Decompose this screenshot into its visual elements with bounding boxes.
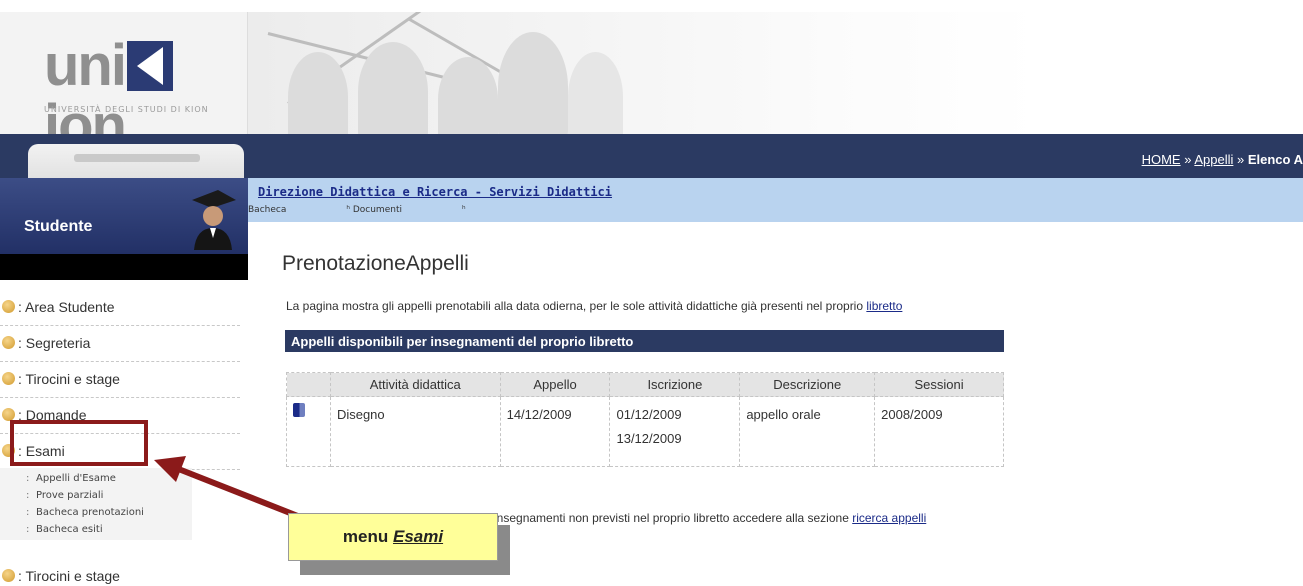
sidebar-divider (0, 254, 248, 280)
top-margin (0, 0, 1303, 12)
table-title: Appelli disponibili per insegnamenti del… (285, 330, 1004, 352)
libretto-link[interactable]: libretto (866, 299, 902, 313)
tab-documenti[interactable]: ʰ Documenti (346, 205, 402, 215)
breadcrumb-current: Elenco A (1247, 152, 1303, 167)
student-header: Studente (0, 178, 248, 254)
tab-bacheca[interactable]: Bacheca (248, 205, 286, 215)
sidebar-item-tirocini[interactable]: : Tirocini e stage (0, 362, 240, 398)
left-tab (28, 144, 244, 178)
university-logo[interactable]: uniion UNIVERSITÀ DEGLI STUDI DI KION (0, 12, 248, 156)
breadcrumb-home-link[interactable]: HOME (1142, 152, 1181, 167)
col-iscrizione: Iscrizione (609, 372, 741, 397)
sidebar-item-tirocini-bottom[interactable]: : Tirocini e stage (0, 566, 240, 586)
bottom-text: insegnamenti non previsti nel proprio li… (494, 511, 927, 525)
sidebar-menu-bottom: : Tirocini e stage (0, 566, 248, 586)
header-banner-image (248, 12, 1303, 134)
bullet-icon (2, 569, 15, 582)
esami-highlight-box (10, 420, 148, 466)
cell-attivita: Disegno (329, 396, 501, 467)
cell-descrizione: appello orale (739, 396, 876, 467)
bullet-icon (2, 336, 15, 349)
graduate-icon (192, 190, 236, 250)
sidebar-item-area-studente[interactable]: : Area Studente (0, 290, 240, 326)
cell-sessioni: 2008/2009 (874, 396, 1004, 467)
col-descrizione: Descrizione (739, 372, 876, 397)
direction-link[interactable]: Direzione Didattica e Ricerca - Servizi … (258, 185, 612, 199)
bullet-icon (2, 372, 15, 385)
book-icon[interactable] (293, 403, 305, 417)
breadcrumb-appelli-link[interactable]: Appelli (1194, 152, 1233, 167)
logo-subtitle: UNIVERSITÀ DEGLI STUDI DI KION (44, 105, 209, 114)
cell-iscrizione: 01/12/2009 13/12/2009 (609, 396, 741, 467)
sidebar-item-segreteria[interactable]: : Segreteria (0, 326, 240, 362)
left-tab-area (0, 134, 248, 178)
info-tabs: Bacheca ʰ Documenti ʰ (248, 205, 526, 215)
tab-empty[interactable]: ʰ (462, 205, 466, 215)
col-sessioni: Sessioni (874, 372, 1004, 397)
appelli-table: Attività didattica Appello Iscrizione De… (286, 372, 1004, 467)
ricerca-appelli-link[interactable]: ricerca appelli (852, 511, 926, 525)
col-appello: Appello (499, 372, 611, 397)
breadcrumb: HOME » Appelli » Elenco A (1141, 152, 1303, 167)
intro-text: La pagina mostra gli appelli prenotabili… (286, 299, 903, 313)
student-label: Studente (24, 218, 93, 235)
page-title: PrenotazioneAppelli (282, 252, 469, 275)
table-row: Disegno 14/12/2009 01/12/2009 13/12/2009… (286, 396, 1004, 467)
cell-appello: 14/12/2009 (499, 396, 611, 467)
callout-menu-esami: menu Esami (288, 513, 498, 561)
col-attivita: Attività didattica (329, 372, 501, 397)
bullet-icon (2, 300, 15, 313)
logo-k-mark-icon (126, 41, 173, 91)
